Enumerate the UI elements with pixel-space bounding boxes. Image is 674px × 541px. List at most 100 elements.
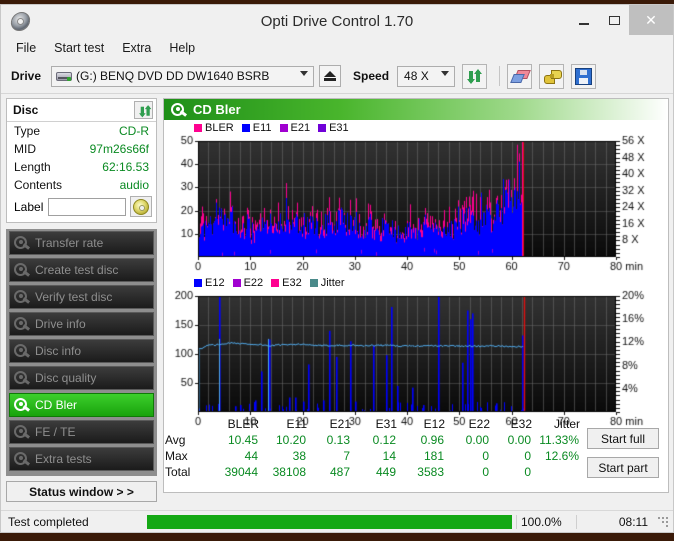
legend-label: E21 [290, 122, 311, 134]
stats-avg-bler: 10.45 [227, 433, 258, 447]
save-icon [575, 67, 593, 85]
disc-contents-key: Contents [14, 178, 63, 192]
legend-label: BLER [205, 122, 234, 134]
refresh-icon [138, 105, 151, 118]
elapsed-time: 08:11 [576, 514, 656, 529]
legend-item-e22: E22 [232, 277, 263, 289]
window-controls: ✕ [569, 5, 673, 35]
cd-bler-plot-canvas [164, 135, 664, 275]
main-panel-title: CD Bler [193, 102, 241, 117]
progress-percent: 100.0% [516, 514, 576, 529]
legend-item-bler: BLER [194, 122, 234, 134]
start-full-button[interactable]: Start full [587, 428, 659, 449]
e12-jitter-legend: E12 E22 E32 Jitter [194, 276, 349, 290]
stats-col-e12: E12 [423, 417, 445, 431]
e12-jitter-chart: E12 E22 E32 Jitter [164, 275, 664, 430]
refresh-icon [467, 68, 483, 84]
legend-swatch [194, 279, 202, 287]
legend-item-e12: E12 [194, 277, 225, 289]
disc-length-key: Length [14, 160, 51, 174]
speed-select[interactable]: 48 X [397, 65, 456, 87]
disc-type-key: Type [14, 124, 41, 138]
stats-max-jitter: 12.6% [544, 449, 579, 463]
cd-bler-legend: BLER E11 E21 E31 [194, 121, 353, 135]
table-row: Avg 10.45 10.20 0.13 0.12 0.96 0.00 0.00… [164, 432, 580, 448]
speed-select-value: 48 X [404, 69, 429, 83]
disc-type-value: CD-R [119, 124, 149, 138]
disc-test-icon [14, 397, 31, 413]
cd-bler-chart: BLER E11 E21 E31 [164, 120, 664, 275]
stats-total-bler: 39044 [224, 465, 258, 479]
status-bar: Test completed 100.0% 08:11 [1, 510, 673, 532]
cd-icon [133, 198, 149, 215]
disc-row-type: Type CD-R [7, 122, 156, 140]
disc-test-icon [14, 424, 31, 440]
status-window-button[interactable]: Status window > > [6, 481, 157, 502]
disc-mid-key: MID [14, 142, 36, 156]
sidebar-item-disc-quality[interactable]: Disc quality [9, 366, 154, 390]
stats-total-e32: 0 [524, 465, 531, 479]
stats-col-bler: BLER [227, 417, 259, 431]
legend-label: Jitter [320, 277, 345, 289]
close-button[interactable]: ✕ [629, 5, 673, 35]
eject-button[interactable] [319, 65, 342, 87]
stats-col-e22: E22 [468, 417, 490, 431]
sidebar-item-label: Disc quality [35, 371, 97, 385]
stats-total-e22: 0 [482, 465, 489, 479]
stats-row-avg-label: Avg [165, 433, 186, 447]
stats-max-e21: 7 [343, 449, 350, 463]
legend-item-e11: E11 [241, 122, 272, 134]
connect-button[interactable] [539, 63, 565, 89]
disc-refresh-button[interactable] [134, 101, 153, 119]
stats-total-e21: 487 [329, 465, 350, 479]
sidebar-item-verify-test-disc[interactable]: Verify test disc [9, 285, 154, 309]
stats-col-e21: E21 [329, 417, 351, 431]
disc-row-mid: MID 97m26s66f [7, 140, 156, 158]
sidebar-item-create-test-disc[interactable]: Create test disc [9, 258, 154, 282]
start-part-button[interactable]: Start part [587, 457, 659, 478]
legend-swatch [309, 279, 318, 287]
sidebar-item-disc-info[interactable]: Disc info [9, 339, 154, 363]
content-area: Disc Type CD-R MID 97m26s66f Length 62:1… [1, 94, 673, 502]
sidebar-item-label: Extra tests [35, 452, 92, 466]
legend-swatch [241, 124, 250, 132]
disc-label-input[interactable] [47, 197, 126, 216]
disc-test-icon [14, 451, 31, 467]
sidebar-item-cd-bler[interactable]: CD Bler [9, 393, 154, 417]
disc-length-value: 62:16.53 [102, 160, 149, 174]
sidebar-item-label: Disc info [35, 344, 82, 358]
test-nav-list: Transfer rate Create test disc Verify te… [6, 229, 157, 476]
sidebar-item-fe-te[interactable]: FE / TE [9, 420, 154, 444]
legend-label: E12 [205, 277, 225, 289]
legend-item-e21: E21 [279, 122, 311, 134]
sidebar-item-label: FE / TE [35, 425, 76, 439]
maximize-button[interactable] [599, 8, 629, 32]
drive-select[interactable]: (G:) BENQ DVD DD DW1640 BSRB [51, 65, 315, 87]
stats-max-e11: 38 [292, 449, 306, 463]
save-button[interactable] [571, 63, 597, 89]
sidebar-item-drive-info[interactable]: Drive info [9, 312, 154, 336]
speed-label: Speed [353, 69, 390, 83]
menu-item-help[interactable]: Help [160, 39, 204, 57]
sidebar-item-label: CD Bler [35, 398, 78, 412]
disc-test-icon [14, 316, 31, 332]
legend-label: E11 [252, 122, 272, 134]
disc-label-button[interactable] [130, 196, 152, 217]
menu-item-extra[interactable]: Extra [113, 39, 160, 57]
disc-test-icon [14, 262, 31, 278]
sidebar-item-label: Create test disc [35, 263, 119, 277]
resize-grip[interactable] [656, 515, 670, 529]
sidebar-item-label: Transfer rate [35, 236, 104, 250]
menu-item-start-test[interactable]: Start test [45, 39, 113, 57]
stats-row-total-label: Total [165, 465, 191, 479]
minimize-button[interactable] [569, 8, 599, 32]
sidebar-item-extra-tests[interactable]: Extra tests [9, 447, 154, 471]
stats-total-e31: 449 [375, 465, 396, 479]
refresh-button[interactable] [462, 63, 488, 89]
chevron-down-icon [441, 70, 450, 76]
stats-avg-e32: 0.00 [507, 433, 531, 447]
menu-item-file[interactable]: File [7, 39, 45, 57]
legend-swatch [279, 124, 288, 132]
erase-button[interactable] [507, 63, 533, 89]
sidebar-item-transfer-rate[interactable]: Transfer rate [9, 231, 154, 255]
